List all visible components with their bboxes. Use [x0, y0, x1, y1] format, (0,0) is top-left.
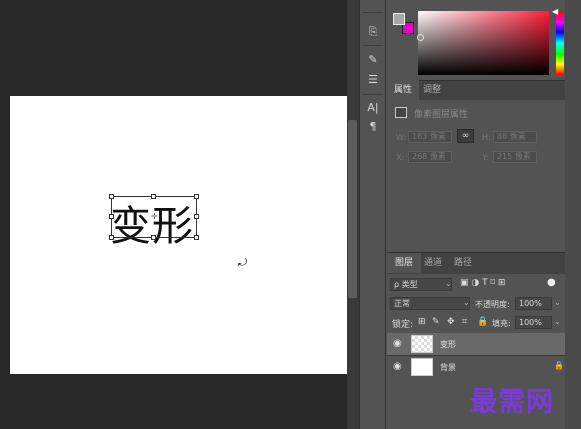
transform-handle-ml[interactable]	[109, 214, 114, 219]
y-field[interactable]: 215 像素	[493, 151, 537, 163]
lock-brush-icon[interactable]: ✎	[432, 317, 440, 327]
transform-handle-bc[interactable]	[151, 235, 156, 240]
blend-mode-select[interactable]: 正常	[390, 297, 470, 310]
lock-all-icon[interactable]: 🔒	[477, 317, 488, 327]
transform-handle-tr[interactable]	[194, 194, 199, 199]
panel-scrollbar[interactable]	[565, 0, 581, 429]
tab-properties[interactable]: 属性	[387, 80, 420, 100]
properties-body	[387, 100, 565, 250]
transform-handle-mr[interactable]	[194, 214, 199, 219]
link-icon[interactable]: ∞	[457, 129, 474, 143]
character-panel-icon[interactable]: A|	[364, 100, 382, 116]
lock-artboard-icon[interactable]: ⌗	[462, 317, 467, 327]
tab-adjustments[interactable]: 调整	[416, 80, 448, 100]
layer-name[interactable]: 背景	[440, 362, 456, 373]
canvas-scroll-thumb[interactable]	[348, 120, 357, 298]
hue-arrow-icon[interactable]: ◀	[552, 7, 558, 16]
chevron-down-icon: ⌄	[445, 279, 452, 288]
tab-channels[interactable]: 通道	[416, 253, 450, 273]
hue-slider[interactable]	[556, 11, 564, 75]
color-picker-marker[interactable]	[417, 34, 424, 41]
layer-lock-icon: 🔒	[554, 361, 564, 370]
tab-paths[interactable]: 路径	[446, 253, 480, 273]
layer-name[interactable]: 变形	[440, 339, 456, 350]
width-field[interactable]: 183 像素	[408, 131, 452, 143]
chevron-down-icon[interactable]: ⌄	[554, 317, 561, 326]
lock-label: 锁定:	[392, 320, 414, 330]
height-field[interactable]: 88 像素	[493, 131, 537, 143]
height-label: H:	[482, 133, 491, 142]
filter-toggle-icon[interactable]: ●	[547, 277, 556, 288]
transform-handle-tc[interactable]	[151, 194, 156, 199]
layer-thumbnail[interactable]	[411, 335, 433, 353]
layer-filter-select[interactable]: ρ 类型	[390, 278, 452, 291]
x-field[interactable]: 268 像素	[408, 151, 452, 163]
pasteboard-top	[10, 0, 347, 96]
opacity-field[interactable]: 100%	[515, 297, 552, 310]
fill-field[interactable]: 100%	[515, 316, 552, 329]
transform-center-icon[interactable]: ✛	[151, 212, 158, 221]
visibility-eye-icon[interactable]: ◉	[393, 361, 402, 372]
pasteboard-bottom	[10, 374, 347, 429]
properties-title: 像素图层属性	[414, 110, 469, 120]
fill-label: 填充:	[492, 319, 511, 328]
width-label: W:	[396, 133, 407, 142]
tool-separator	[363, 45, 383, 46]
history-brush-icon[interactable]: ⎘	[364, 24, 382, 40]
layer-thumbnail[interactable]	[411, 358, 433, 376]
opacity-label: 不透明度:	[475, 300, 510, 309]
lock-pixels-icon[interactable]: ⊞	[418, 317, 426, 327]
brush-preset-icon[interactable]: ✎	[364, 52, 382, 68]
lock-position-icon[interactable]: ✥	[447, 317, 455, 327]
transform-handle-tl[interactable]	[109, 194, 114, 199]
layer-filter-icons[interactable]: ▣ ◑ T ⌑ ⊞	[460, 278, 505, 288]
color-field[interactable]	[418, 11, 549, 75]
transform-handle-bl[interactable]	[109, 235, 114, 240]
chevron-down-icon[interactable]: ⌄	[554, 298, 561, 307]
visibility-eye-icon[interactable]: ◉	[393, 338, 402, 349]
tool-separator	[363, 12, 383, 13]
chevron-down-icon: ⌄	[463, 298, 470, 307]
rotate-cursor-icon: ⤾	[238, 256, 248, 269]
y-label: Y:	[482, 153, 489, 162]
foreground-color-swatch[interactable]	[393, 13, 405, 25]
adjustments-icon[interactable]: ☰	[364, 72, 382, 88]
tool-separator	[363, 94, 383, 95]
x-label: X:	[396, 153, 405, 162]
pixel-layer-icon	[395, 107, 407, 118]
watermark: 最需网	[470, 387, 554, 418]
transform-handle-br[interactable]	[194, 235, 199, 240]
paragraph-panel-icon[interactable]: ¶	[364, 119, 382, 135]
